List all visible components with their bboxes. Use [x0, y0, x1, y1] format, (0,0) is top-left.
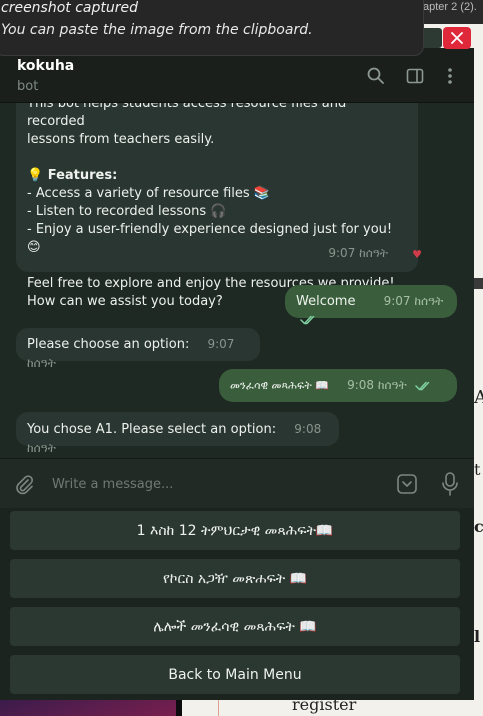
double-check-icon	[415, 381, 430, 391]
keyboard-button-spiritual-books[interactable]: ሌሎች መንፈሳዊ መጻሕፍት 📖	[10, 607, 460, 646]
heart-reaction-icon[interactable]: ♥	[412, 246, 422, 264]
message-text: መንፈሳዊ መጻሕፍት 📖	[230, 379, 329, 392]
features-heading: 💡 Features:	[27, 168, 118, 183]
message-input[interactable]	[52, 473, 372, 495]
message-text: Welcome	[296, 294, 356, 309]
close-window-button[interactable]	[443, 27, 471, 49]
chat-header: kokuha bot	[0, 48, 474, 103]
message-text-line: This bot helps students access resource …	[27, 103, 347, 129]
keyboard-button-grade-books[interactable]: 1 እስከ 12 ትምህርታዊ መጻሕፍት📖	[10, 511, 460, 550]
notification-body: You can paste the image from the clipboa…	[1, 22, 313, 38]
message-composer	[0, 458, 474, 508]
message-time: 9:07 ከሰዓት	[328, 246, 388, 260]
message-time: 9:07 ከሰዓት	[383, 294, 444, 308]
background-letter: t	[474, 460, 481, 479]
outgoing-message[interactable]: Welcome 9:07 ከሰዓት	[285, 285, 457, 325]
background-tab-title: apter 2 (2).	[420, 0, 483, 24]
emoji-sticker-icon[interactable]	[396, 473, 418, 495]
sidebar-toggle-icon[interactable]	[405, 66, 425, 86]
reply-keyboard: 1 እስከ 12 ትምህርታዊ መጻሕፍት📖 የኮርስ አጋዥ መጽሐፍት 📖 …	[0, 508, 474, 700]
incoming-message[interactable]: Please choose an option: 9:07 ከሰዓት	[16, 328, 260, 370]
keyboard-button-main-menu[interactable]: Back to Main Menu	[10, 655, 460, 694]
more-vertical-icon[interactable]	[440, 66, 460, 86]
background-letter: c	[474, 517, 483, 536]
message-list[interactable]: This bot helps students access resource …	[0, 103, 474, 458]
paperclip-icon[interactable]	[13, 473, 35, 495]
message-text-line: - Listen to recorded lessons 🎧	[27, 204, 227, 219]
message-text: You chose A1. Please select an option:	[27, 422, 277, 437]
screenshot-notification[interactable]: creenshot captured You can paste the ima…	[0, 0, 424, 56]
notification-title: creenshot captured	[1, 0, 139, 16]
background-letter: l	[474, 627, 481, 646]
chat-name[interactable]: kokuha	[17, 58, 74, 74]
telegram-window: kokuha bot This bot helps students acces…	[0, 48, 474, 700]
message-text: Please choose an option:	[27, 337, 190, 352]
message-text-line: lessons from teachers easily.	[27, 132, 215, 147]
keyboard-button-course-books[interactable]: የኮርስ አጋዥ መጽሐፍት 📖	[10, 559, 460, 598]
double-check-icon	[300, 315, 315, 325]
incoming-message[interactable]: This bot helps students access resource …	[16, 103, 422, 309]
message-time: 9:08 ከሰዓት	[347, 378, 407, 392]
incoming-message[interactable]: You chose A1. Please select an option: 9…	[16, 412, 339, 455]
close-icon	[451, 32, 463, 44]
chat-status: bot	[17, 79, 39, 94]
microphone-icon[interactable]	[440, 471, 460, 497]
message-text-line: - Access a variety of resource files 📚	[27, 186, 271, 201]
search-icon[interactable]	[366, 66, 386, 86]
outgoing-message[interactable]: መንፈሳዊ መጻሕፍት 📖 9:08 ከሰዓት	[219, 369, 457, 402]
background-letter: A	[474, 387, 483, 408]
